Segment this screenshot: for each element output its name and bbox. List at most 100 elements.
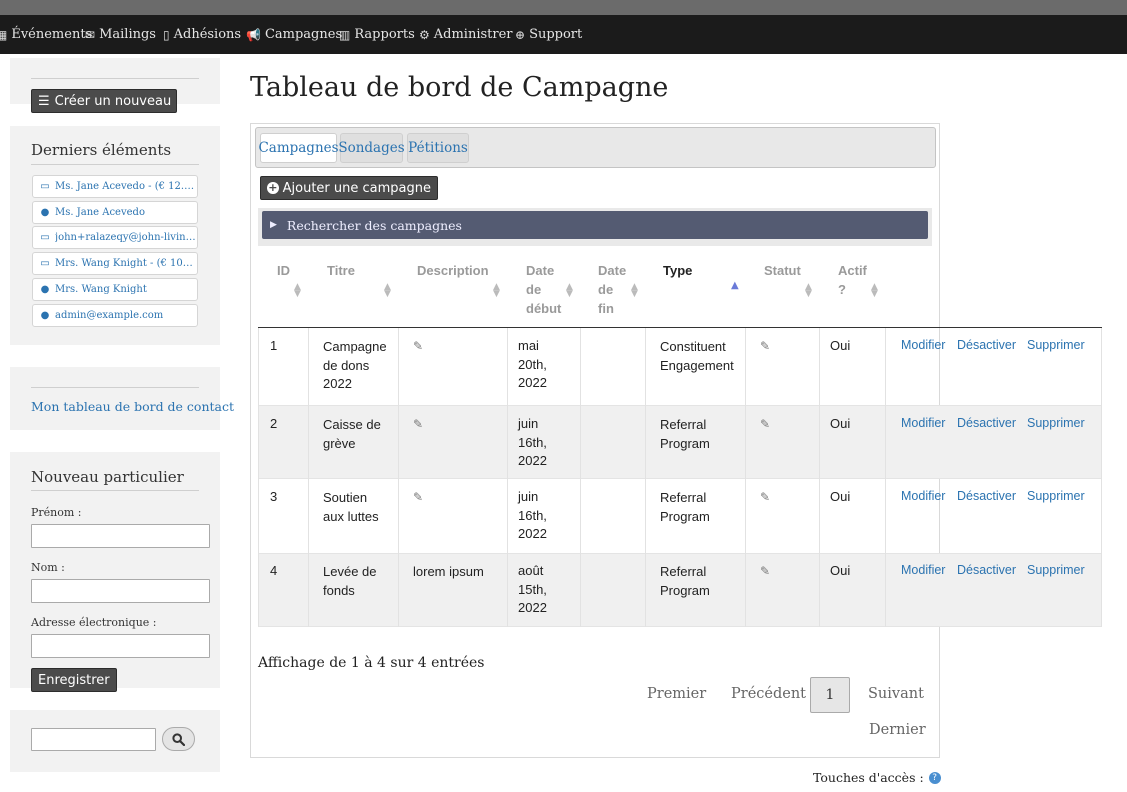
edit-status-pencil-icon[interactable]: ✎ [760,564,770,578]
delete-link[interactable]: Supprimer [1027,563,1085,577]
new-individual-title: Nouveau particulier [31,468,184,486]
save-button[interactable]: Enregistrer [31,668,117,692]
cell-line: 2022 [323,376,352,391]
sidebar-new-individual-block: Nouveau particulier Prénom : Nom : Adres… [10,452,220,688]
tab-surveys[interactable]: Sondages [338,133,405,163]
recent-item-label: admin@example.com [55,310,164,321]
menu-item-campaigns[interactable]: 📢 Campagnes [246,27,342,42]
edit-status-pencil-icon[interactable]: ✎ [760,339,770,353]
cell-type: Constituent Engagement [660,338,734,375]
pagination-previous[interactable]: Précédent [731,686,806,702]
cell-title: Caisse de grève [323,416,381,453]
pagination-current-page[interactable]: 1 [810,677,850,713]
sort-both-icon[interactable]: ▲ ▼ [566,283,573,299]
disable-link[interactable]: Désactiver [957,416,1016,430]
table-row: 4 Levée de fonds lorem ipsum août 15th, … [258,554,1101,627]
sort-both-icon[interactable]: ▲ ▼ [384,283,391,299]
page-title: Tableau de bord de Campagne [250,72,669,103]
cell-start-date: juin 16th, 2022 [518,415,547,471]
cell-line: 2022 [518,375,547,390]
menu-item-reports[interactable]: ▥ Rapports [339,27,415,42]
menu-item-label: Adhésions [173,27,242,42]
first-name-field[interactable] [31,524,210,548]
add-campaign-button[interactable]: + Ajouter une campagne [260,176,438,200]
create-new-label: Créer un nouveau [54,93,172,109]
edit-description-pencil-icon[interactable]: ✎ [413,490,423,504]
cell-line: juin [518,489,539,504]
cell-line: Engagement [660,357,734,373]
disable-link[interactable]: Désactiver [957,563,1016,577]
recent-item[interactable]: ● admin@example.com [32,304,198,327]
header-label-line: Actif [838,263,867,278]
tab-petitions[interactable]: Pétitions [407,133,469,163]
sort-both-icon[interactable]: ▲ ▼ [294,283,301,299]
column-header-active[interactable]: Actif ? [838,261,867,299]
cell-description: lorem ipsum [413,564,484,579]
cell-line: 15th, [518,581,547,597]
recent-item[interactable]: ● Ms. Jane Acevedo [32,201,198,224]
edit-link[interactable]: Modifier [901,416,945,430]
pagination-last[interactable]: Dernier [869,722,926,738]
pagination-next[interactable]: Suivant [868,686,924,702]
create-new-button[interactable]: ☰ Créer un nouveau [31,89,177,113]
id-card-icon: ▯ [163,27,170,42]
menu-item-events[interactable]: ▦ Événements [0,27,92,42]
edit-link[interactable]: Modifier [901,489,945,503]
column-header-id[interactable]: ID [277,261,290,280]
column-header-description[interactable]: Description [417,261,489,280]
menu-item-administer[interactable]: ⚙ Administrer [419,27,513,42]
cell-line: fonds [323,582,355,598]
recent-item-label: Mrs. Wang Knight - (€ 100.0… [55,258,197,269]
search-button[interactable] [162,727,195,751]
header-label: Type [663,263,693,278]
pagination-first[interactable]: Premier [647,686,706,702]
edit-status-pencil-icon[interactable]: ✎ [760,490,770,504]
search-campaigns-accordion[interactable]: ▶ Rechercher des campagnes [262,211,928,239]
column-divider [885,328,886,627]
column-header-end-date[interactable]: Date de fin [598,261,626,318]
table-row: 2 Caisse de grève ✎ juin 16th, 2022 Refe… [258,406,1101,479]
sort-both-icon[interactable]: ▲ ▼ [631,283,638,299]
user-icon: ● [40,207,50,218]
sort-both-icon[interactable]: ▲ ▼ [871,283,878,299]
header-label-line: ? [838,282,846,297]
edit-description-pencil-icon[interactable]: ✎ [413,417,423,431]
edit-link[interactable]: Modifier [901,338,945,352]
tab-label: Sondages [338,140,405,156]
cell-line: 2022 [518,453,547,468]
tab-campaigns[interactable]: Campagnes [258,133,339,163]
edit-status-pencil-icon[interactable]: ✎ [760,417,770,431]
disable-link[interactable]: Désactiver [957,489,1016,503]
recent-items-title: Derniers éléments [31,141,172,159]
menu-item-memberships[interactable]: ▯ Adhésions [163,27,241,42]
edit-link[interactable]: Modifier [901,563,945,577]
quick-search-input[interactable] [31,728,156,751]
column-header-type[interactable]: Type [663,261,692,280]
divider [31,164,199,165]
email-field[interactable] [31,634,210,658]
contact-dashboard-link[interactable]: Mon tableau de bord de contact [31,399,234,414]
credit-card-icon: ▭ [40,232,50,243]
column-header-title[interactable]: Titre [327,261,355,280]
cell-line: 2022 [518,526,547,541]
sort-both-icon[interactable]: ▲ ▼ [805,283,812,299]
column-header-start-date[interactable]: Date de début [526,261,561,318]
recent-item[interactable]: ▭ Ms. Jane Acevedo - (€ 12.00 … [32,175,198,198]
sort-both-icon[interactable]: ▲ ▼ [493,283,500,299]
bar-chart-icon: ▥ [339,27,351,42]
sort-ascending-icon[interactable]: ▲ [731,281,739,291]
edit-description-pencil-icon[interactable]: ✎ [413,339,423,353]
recent-item[interactable]: ● Mrs. Wang Knight [32,278,198,301]
menu-item-mailings[interactable]: ✉ Mailings [85,27,156,42]
question-icon[interactable]: ? [928,771,941,784]
recent-item[interactable]: ▭ Mrs. Wang Knight - (€ 100.0… [32,252,198,275]
delete-link[interactable]: Supprimer [1027,416,1085,430]
cell-start-date: juin 16th, 2022 [518,488,547,544]
delete-link[interactable]: Supprimer [1027,338,1085,352]
recent-item[interactable]: ▭ john+ralazeqy@john-livingst… [32,226,198,249]
column-header-status[interactable]: Statut [764,261,801,280]
last-name-field[interactable] [31,579,210,603]
delete-link[interactable]: Supprimer [1027,489,1085,503]
menu-item-support[interactable]: ⊕ Support [515,27,582,42]
disable-link[interactable]: Désactiver [957,338,1016,352]
